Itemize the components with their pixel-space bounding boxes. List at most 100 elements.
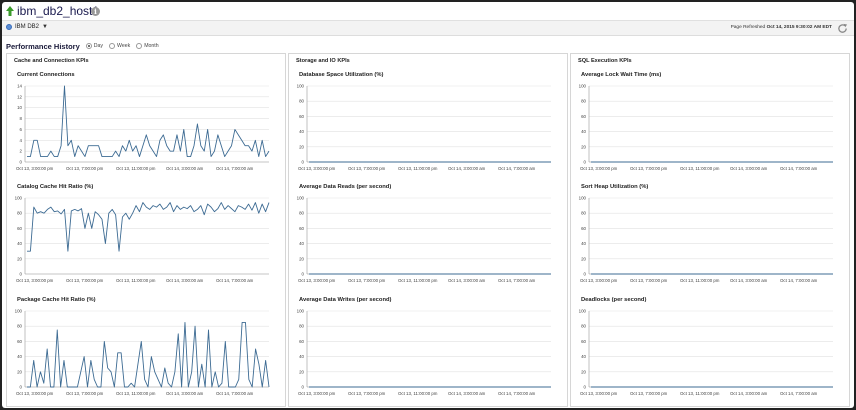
x-tick-label: Oct 13, 11:00:00 pm [116,166,156,171]
radio-day[interactable]: Day [85,43,104,49]
x-tick-label: Oct 14, 7:00:00 am [498,278,536,283]
radio-week-label: Week [117,43,131,49]
y-tick-label: 0 [302,160,305,165]
x-tick-label: Oct 13, 7:00:00 pm [66,391,104,396]
y-tick-label: 60 [299,114,304,119]
x-tick-label: Oct 13, 3:00:00 pm [16,278,54,283]
y-tick-label: 0 [584,385,587,390]
y-tick-label: 40 [299,129,304,134]
x-tick-label: Oct 13, 3:00:00 pm [298,166,336,171]
chart-deadlocks: 0 20 40 60 80 100 Oct 13, 3:00:00 pm Oct 13, 7:… [579,309,833,396]
chart-average-data-reads: 0 20 40 60 80 100 Oct 13, 3:00:00 pm Oct 13, 7:… [297,196,551,283]
y-tick-label: 4 [20,138,23,143]
refreshed-label: Page Refreshed [730,25,766,30]
x-tick-label: Oct 13, 11:00:00 pm [680,166,720,171]
x-tick-label: Oct 14, 7:00:00 am [216,166,254,171]
chart-current-connections: 0 2 4 6 8 10 12 14 Oct 13, 3:00:00 pm Oct 13, 7:0… [16,84,270,171]
y-tick-label: 80 [299,99,304,104]
y-tick-label: 20 [299,256,304,261]
y-tick-label: 60 [581,339,586,344]
radio-week[interactable]: Week [109,43,130,49]
chart-title-package-cache-hit-ratio: Package Cache Hit Ratio (%) [17,297,96,303]
radio-day-label: Day [93,43,104,49]
x-tick-label: Oct 13, 11:00:00 pm [680,278,720,283]
y-tick-label: 100 [297,84,305,89]
y-tick-label: 40 [299,241,304,246]
x-tick-label: Oct 14, 7:00:00 am [780,166,818,171]
info-icon[interactable]: i [91,7,100,16]
x-tick-label: Oct 13, 3:00:00 pm [298,391,336,396]
x-tick-label: Oct 14, 3:00:00 am [166,278,204,283]
y-tick-label: 0 [584,272,587,277]
radio-week-indicator[interactable] [109,43,116,49]
y-tick-label: 100 [579,84,587,89]
chart-title-average-data-reads: Average Data Reads (per second) [299,184,392,190]
x-tick-label: Oct 14, 3:00:00 am [730,391,768,396]
chart-title-sort-heap-utilization: Sort Heap Utilization (%) [581,184,649,190]
y-tick-label: 100 [579,196,587,201]
chart-title-average-lock-wait-time: Average Lock Wait Time (ms) [581,72,662,78]
caret-down-icon: ▼ [42,24,48,30]
y-tick-label: 0 [20,272,23,277]
y-tick-label: 80 [17,324,22,329]
y-tick-label: 20 [17,369,22,374]
x-tick-label: Oct 13, 3:00:00 pm [16,166,54,171]
x-tick-label: Oct 13, 3:00:00 pm [580,391,618,396]
chart-title-average-data-writes: Average Data Writes (per second) [299,297,392,303]
chart-average-lock-wait-time: 0 20 40 60 80 100 Oct 13, 3:00:00 pm Oct 13, 7:… [579,84,833,171]
database-icon [6,24,12,30]
performance-history-title: Performance History [6,41,80,51]
y-tick-label: 60 [581,114,586,119]
page-refreshed-status: Page Refreshed Oct 14, 2015 9:30:02 AM E… [731,25,832,30]
radio-month[interactable]: Month [136,43,159,49]
chart-title-catalog-cache-hit-ratio: Catalog Cache Hit Ratio (%) [17,184,94,190]
chart-average-data-writes: 0 20 40 60 80 100 Oct 13, 3:00:00 pm Oct 13, 7:… [297,309,551,396]
x-tick-label: Oct 14, 3:00:00 am [448,166,486,171]
x-tick-label: Oct 13, 3:00:00 pm [580,278,618,283]
radio-month-indicator[interactable] [136,43,143,49]
chart-catalog-cache-hit-ratio: 0 20 40 60 80 100 Oct 13, 3:00:00 pm Oct 13, 7:… [15,196,270,283]
x-tick-label: Oct 14, 3:00:00 am [730,278,768,283]
refresh-icon[interactable] [837,23,848,34]
y-tick-label: 40 [581,241,586,246]
y-tick-label: 100 [15,309,23,314]
y-tick-label: 40 [17,354,22,359]
y-tick-label: 0 [20,385,23,390]
x-tick-label: Oct 13, 7:00:00 pm [630,278,668,283]
x-tick-label: Oct 13, 7:00:00 pm [348,166,386,171]
x-tick-label: Oct 13, 7:00:00 pm [630,166,668,171]
y-tick-label: 20 [581,256,586,261]
panel-title: Cache and Connection KPIs [14,58,89,64]
x-tick-label: Oct 13, 3:00:00 pm [16,391,54,396]
y-tick-label: 20 [581,144,586,149]
toolbar: IBM DB2 ▼ Page Refreshed Oct 14, 2015 9:… [2,20,854,36]
chart-title-database-space-utilization: Database Space Utilization (%) [299,72,384,78]
y-tick-label: 0 [584,160,587,165]
y-tick-label: 2 [20,149,23,154]
series-line [27,202,270,252]
x-tick-label: Oct 14, 3:00:00 am [166,166,204,171]
x-tick-label: Oct 14, 7:00:00 am [216,391,254,396]
y-tick-label: 60 [581,226,586,231]
y-tick-label: 100 [297,309,305,314]
host-title: ibm_db2_host1 [17,4,100,18]
y-tick-label: 40 [581,354,586,359]
x-tick-label: Oct 13, 7:00:00 pm [66,278,104,283]
chart-database-space-utilization: 0 20 40 60 80 100 Oct 13, 3:00:00 pm Oct 13, 7:… [297,84,551,171]
y-tick-label: 100 [579,309,587,314]
chart-package-cache-hit-ratio: 0 20 40 60 80 100 Oct 13, 3:00:00 pm Oct 13, 7:… [15,309,270,396]
y-tick-label: 10 [17,105,22,110]
y-tick-label: 8 [20,116,23,121]
panel-sql-execution: SQL Execution KPIs Average Lock Wait Tim… [570,53,850,407]
y-tick-label: 20 [299,369,304,374]
y-tick-label: 14 [17,84,22,89]
radio-day-indicator[interactable] [85,43,92,49]
chart-title-deadlocks: Deadlocks (per second) [581,297,647,303]
radio-month-label: Month [144,43,159,49]
panel-storage-io: Storage and IO KPIs Database Space Utili… [288,53,568,407]
x-tick-label: Oct 13, 3:00:00 pm [298,278,336,283]
y-tick-label: 60 [17,339,22,344]
db-target-menu[interactable]: IBM DB2 ▼ [6,24,48,30]
x-tick-label: Oct 13, 11:00:00 pm [398,391,438,396]
y-tick-label: 60 [299,339,304,344]
